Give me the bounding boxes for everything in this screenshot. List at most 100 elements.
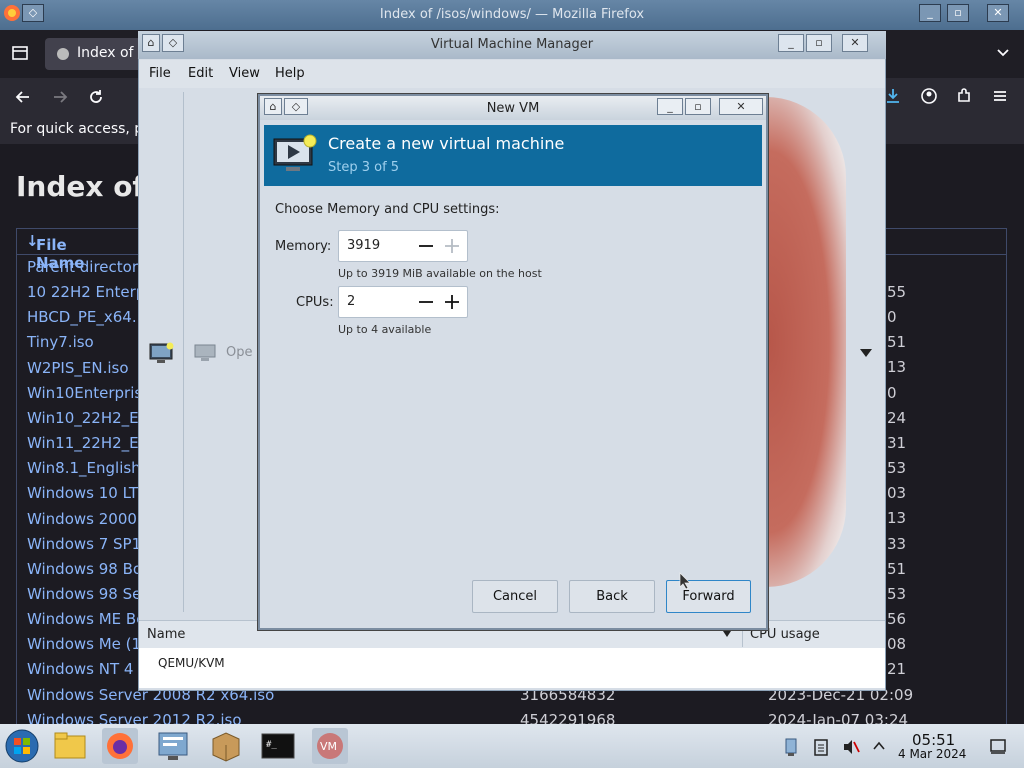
cpus-value[interactable]: 2: [347, 294, 355, 309]
close-button[interactable]: ✕: [987, 4, 1009, 22]
parent-directory-link[interactable]: Parent directory: [27, 258, 147, 283]
memory-value[interactable]: 3919: [347, 238, 380, 253]
new-vm-titlebar: ⌂ ◇ New VM _ ▫ ✕: [260, 96, 766, 120]
file-date-fragment: 24: [887, 408, 907, 427]
maximize-button[interactable]: ▫: [947, 4, 969, 22]
account-icon[interactable]: [920, 87, 938, 105]
dropdown-arrow-icon[interactable]: [859, 348, 873, 358]
file-link[interactable]: Windows 98 Bo: [27, 560, 142, 585]
firefox-taskbar-icon[interactable]: [101, 727, 139, 765]
file-link[interactable]: Windows 7 SP1: [27, 535, 141, 560]
back-button[interactable]: Back: [569, 580, 655, 613]
name-column-header[interactable]: Name: [147, 627, 185, 642]
file-link[interactable]: Win10Enterpris: [27, 384, 142, 409]
forward-arrow-icon[interactable]: [51, 88, 69, 106]
sort-arrow-icon[interactable]: [722, 630, 732, 638]
memory-spinner[interactable]: 3919: [338, 230, 468, 262]
vmm-maximize-button[interactable]: ▫: [806, 34, 832, 52]
file-link[interactable]: W2PIS_EN.iso: [27, 359, 129, 384]
file-link[interactable]: Windows NT 4: [27, 660, 133, 685]
hamburger-menu-icon[interactable]: [991, 87, 1009, 105]
cancel-button[interactable]: Cancel: [472, 580, 558, 613]
file-date-fragment: 0: [887, 383, 897, 402]
network-tray-icon[interactable]: [782, 737, 800, 757]
list-all-tabs-icon[interactable]: [995, 45, 1011, 61]
vmm-close-button[interactable]: ✕: [842, 34, 868, 52]
file-date-fragment: 08: [887, 635, 907, 654]
file-date-fragment: 31: [887, 433, 907, 452]
terminal-icon[interactable]: #_: [259, 727, 297, 765]
file-name-column-header[interactable]: File Name ↓: [26, 232, 84, 272]
downloads-icon[interactable]: [884, 87, 902, 105]
vmm-titlebar: ⌂ ◇ Virtual Machine Manager _ ▫ ✕: [138, 31, 886, 59]
reload-icon[interactable]: [87, 88, 105, 106]
volume-muted-icon[interactable]: [842, 737, 860, 757]
file-link[interactable]: Win8.1_English: [27, 459, 141, 484]
open-vm-icon[interactable]: [194, 344, 216, 362]
file-date-fragment: 33: [887, 534, 907, 553]
cpus-spinner[interactable]: 2: [338, 286, 468, 318]
file-date-fragment: 0: [887, 308, 897, 327]
clipboard-tray-icon[interactable]: [812, 737, 830, 757]
tray-expand-icon[interactable]: [872, 740, 886, 752]
cpus-label: CPUs:: [296, 295, 334, 310]
clock-date[interactable]: 4 Mar 2024: [898, 747, 966, 761]
memory-hint: Up to 3919 MiB available on the host: [338, 267, 542, 280]
file-date-fragment: 13: [887, 509, 907, 528]
open-button-label[interactable]: Ope: [226, 345, 252, 360]
file-date-fragment: 53: [887, 459, 907, 478]
file-date-fragment: 55: [887, 283, 907, 301]
dialog-banner: Create a new virtual machine Step 3 of 5: [264, 125, 762, 186]
file-manager-icon[interactable]: [51, 727, 89, 765]
file-date-fragment: 21: [887, 660, 907, 679]
connection-row-qemu[interactable]: QEMU/KVM: [158, 656, 225, 670]
vmm-menubar: File Edit View Help: [139, 60, 885, 88]
cpus-increase-icon[interactable]: [443, 293, 461, 311]
cpus-hint: Up to 4 available: [338, 323, 432, 336]
show-desktop-icon[interactable]: [989, 737, 1007, 755]
dialog-close-button[interactable]: ✕: [719, 98, 763, 115]
file-date-fragment: 03: [887, 484, 907, 503]
memory-decrease-icon[interactable]: [417, 237, 435, 255]
file-date-fragment: 51: [887, 559, 907, 578]
monitor-play-icon: [273, 134, 317, 171]
new-vm-toolbar-icon[interactable]: [149, 342, 175, 364]
menu-edit[interactable]: Edit: [188, 66, 213, 81]
file-link[interactable]: HBCD_PE_x64.: [27, 308, 137, 333]
virt-manager-taskbar-icon[interactable]: VM: [311, 727, 349, 765]
file-link[interactable]: Windows ME Bo: [27, 610, 145, 635]
tab-favicon-icon: [57, 48, 69, 60]
dialog-step: Step 3 of 5: [328, 160, 400, 175]
file-link[interactable]: Win11_22H2_E: [27, 434, 139, 459]
back-arrow-icon[interactable]: [14, 88, 32, 106]
package-manager-icon[interactable]: [207, 727, 245, 765]
file-date-fragment: 53: [887, 584, 907, 603]
vmm-separator: [183, 92, 184, 612]
file-link[interactable]: Windows 98 Se: [27, 585, 141, 610]
file-link[interactable]: Windows 2000: [27, 510, 137, 535]
tab-list-icon[interactable]: [11, 44, 29, 62]
menu-view[interactable]: View: [229, 66, 260, 81]
file-link[interactable]: Tiny7.iso: [27, 333, 94, 358]
cpus-decrease-icon[interactable]: [417, 293, 435, 311]
control-panel-icon[interactable]: [154, 727, 192, 765]
menu-file[interactable]: File: [149, 66, 171, 81]
minimize-button[interactable]: _: [919, 4, 941, 22]
file-date-fragment: 56: [887, 609, 907, 628]
memory-increase-icon[interactable]: [443, 237, 461, 255]
svg-text:VM: VM: [320, 740, 337, 753]
file-link[interactable]: Windows 10 LT: [27, 484, 138, 509]
start-menu-icon[interactable]: [3, 727, 41, 765]
file-link[interactable]: Win10_22H2_E: [27, 409, 139, 434]
page-title: Index of: [16, 170, 145, 203]
file-date-fragment: 13: [887, 358, 907, 377]
dialog-maximize-button[interactable]: ▫: [685, 98, 711, 115]
firefox-titlebar: ◇ Index of /isos/windows/ — Mozilla Fire…: [0, 0, 1024, 30]
file-link[interactable]: Windows Me (1: [27, 635, 141, 660]
extensions-icon[interactable]: [955, 87, 973, 105]
instructions-label: Choose Memory and CPU settings:: [275, 202, 500, 217]
vmm-minimize-button[interactable]: _: [778, 34, 804, 52]
dialog-minimize-button[interactable]: _: [657, 98, 683, 115]
file-link[interactable]: 10 22H2 Enterp: [27, 283, 145, 308]
menu-help[interactable]: Help: [275, 66, 305, 81]
